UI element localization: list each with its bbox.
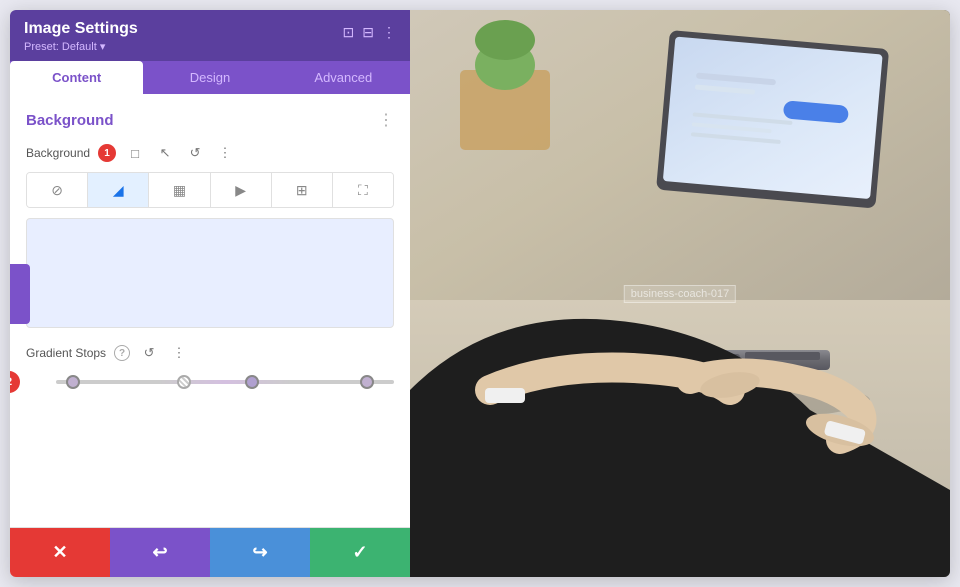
- gradient-more-icon[interactable]: ⋮: [168, 342, 190, 364]
- more-header-icon[interactable]: ⋮: [382, 24, 396, 41]
- background-section-header: Background ⋮: [26, 110, 394, 130]
- bottom-bar: ✕ ↩ ↪ ✓: [10, 527, 410, 577]
- confirm-icon: ✓: [352, 542, 367, 563]
- main-container: Image Settings Preset: Default ▾ ⊡ ⊟ ⋮ C…: [10, 10, 950, 577]
- type-image[interactable]: ⛶: [333, 173, 393, 207]
- cursor-icon[interactable]: ↖: [154, 142, 176, 164]
- undo-button[interactable]: ↩: [110, 528, 210, 577]
- section-more-icon[interactable]: ⋮: [378, 110, 394, 130]
- split-icon[interactable]: ⊟: [362, 24, 374, 41]
- type-color[interactable]: ◢: [88, 173, 149, 207]
- gradient-stops-header: Gradient Stops ? ↺ ⋮: [26, 342, 394, 364]
- section-title: Background: [26, 112, 114, 129]
- tab-design[interactable]: Design: [143, 61, 276, 94]
- panel-preset[interactable]: Preset: Default ▾: [24, 40, 138, 53]
- type-icons-row: ⊘ ◢ ▦ ▶ ⊞ ⛶: [26, 172, 394, 208]
- redo-icon: ↪: [252, 542, 267, 563]
- gradient-reset-icon[interactable]: ↺: [138, 342, 160, 364]
- confirm-button[interactable]: ✓: [310, 528, 410, 577]
- left-edge-bar: [10, 264, 30, 324]
- cancel-button[interactable]: ✕: [10, 528, 110, 577]
- type-none[interactable]: ⊘: [27, 173, 88, 207]
- panel-body: Background ⋮ Background 1 □ ↖ ↺ ⋮ ⊘ ◢ ▦ …: [10, 94, 410, 527]
- gradient-stops-label: Gradient Stops: [26, 346, 106, 360]
- gradient-slider-row[interactable]: [56, 372, 394, 392]
- panel-header: Image Settings Preset: Default ▾ ⊡ ⊟ ⋮: [10, 10, 410, 61]
- type-gradient[interactable]: ▦: [149, 173, 210, 207]
- dots-icon[interactable]: ⋮: [214, 142, 236, 164]
- cancel-icon: ✕: [52, 542, 67, 563]
- badge-2: 2: [10, 371, 20, 393]
- type-video[interactable]: ▶: [211, 173, 272, 207]
- redo-button[interactable]: ↪: [210, 528, 310, 577]
- gradient-slider-track: [56, 380, 394, 384]
- badge-1: 1: [98, 144, 116, 162]
- responsive-icon[interactable]: ⊡: [343, 24, 355, 41]
- panel-header-icons: ⊡ ⊟ ⋮: [343, 24, 396, 41]
- left-panel: Image Settings Preset: Default ▾ ⊡ ⊟ ⋮ C…: [10, 10, 410, 577]
- slider-thumb-left[interactable]: [66, 375, 80, 389]
- gradient-slider-container: 2: [26, 372, 394, 392]
- panel-title: Image Settings: [24, 20, 138, 38]
- photo-watermark: business-coach-017: [624, 285, 736, 303]
- slider-thumb-mid-left[interactable]: [177, 375, 191, 389]
- slider-thumb-right[interactable]: [360, 375, 374, 389]
- type-pattern[interactable]: ⊞: [272, 173, 333, 207]
- panel-header-left: Image Settings Preset: Default ▾: [24, 20, 138, 53]
- gradient-preview: [26, 218, 394, 328]
- slider-thumb-mid[interactable]: [245, 375, 259, 389]
- bg-label: Background: [26, 146, 90, 160]
- help-icon[interactable]: ?: [114, 345, 130, 361]
- background-row: Background 1 □ ↖ ↺ ⋮: [26, 142, 394, 164]
- undo-icon: ↩: [152, 542, 167, 563]
- right-panel: business-coach-017: [410, 10, 950, 577]
- tab-advanced[interactable]: Advanced: [277, 61, 410, 94]
- tabs-row: Content Design Advanced: [10, 61, 410, 94]
- tab-content[interactable]: Content: [10, 61, 143, 94]
- phone-icon[interactable]: □: [124, 142, 146, 164]
- reset-icon[interactable]: ↺: [184, 142, 206, 164]
